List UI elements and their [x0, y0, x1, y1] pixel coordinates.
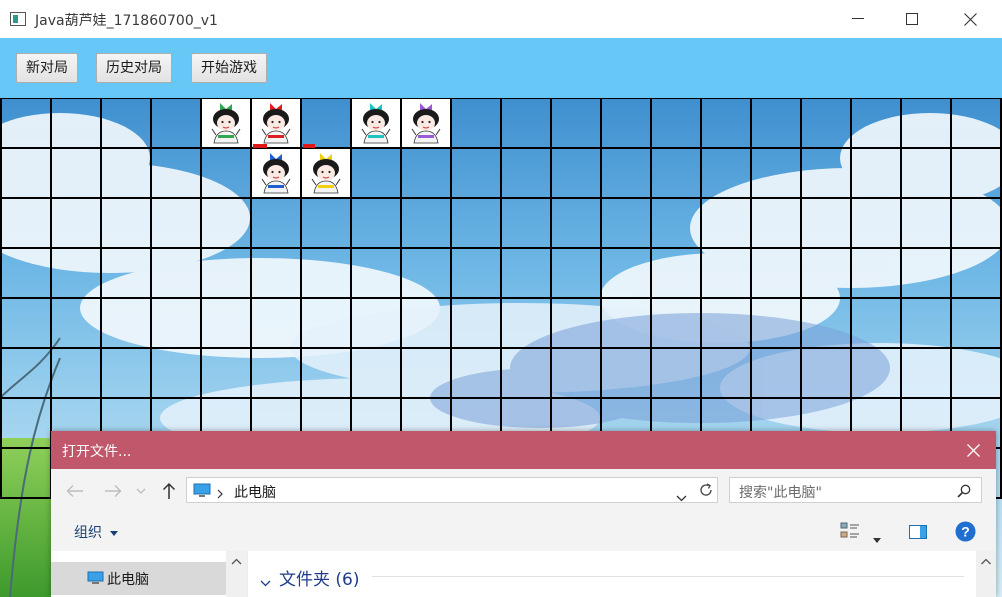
search-placeholder: 搜索"此电脑": [739, 485, 822, 501]
dialog-close-button[interactable]: [950, 431, 996, 469]
scroll-up-arrow-icon[interactable]: [226, 555, 247, 569]
dialog-navigation-bar: 此电脑 搜索"此电脑": [51, 469, 996, 513]
organize-dropdown-icon: [110, 530, 119, 536]
dialog-titlebar: 打开文件...: [51, 431, 996, 469]
minimize-button[interactable]: [830, 0, 886, 38]
svg-text:?: ?: [961, 524, 970, 540]
group-collapse-chevron-icon[interactable]: [260, 572, 271, 591]
address-text: 此电脑: [234, 485, 276, 501]
dialog-content-area: 此电脑 文件夹 (6): [51, 551, 996, 597]
scroll-up-arrow-icon[interactable]: [976, 555, 996, 569]
address-bar[interactable]: 此电脑: [186, 477, 716, 503]
back-arrow-icon[interactable]: [65, 482, 85, 500]
address-dropdown-chevron-icon[interactable]: [676, 487, 687, 506]
calabash-brother-piece[interactable]: [402, 99, 450, 147]
organize-menu-button[interactable]: 组织: [74, 522, 119, 542]
organize-label: 组织: [74, 525, 102, 541]
calabash-brother-piece[interactable]: [352, 99, 400, 147]
change-view-icon[interactable]: [840, 522, 860, 544]
forward-arrow-icon[interactable]: [103, 482, 123, 500]
calabash-brother-piece[interactable]: [202, 99, 250, 147]
game-toolbar: 新对局 历史对局 开始游戏: [0, 38, 1002, 98]
folders-group-header[interactable]: 文件夹 (6): [279, 565, 359, 590]
piece-marker: [253, 144, 267, 148]
search-icon[interactable]: [957, 483, 971, 502]
pane-divider[interactable]: [247, 551, 248, 597]
new-game-button[interactable]: 新对局: [16, 53, 78, 83]
refresh-button[interactable]: [694, 477, 718, 503]
cell-marker: [303, 144, 315, 148]
start-game-button[interactable]: 开始游戏: [191, 53, 267, 83]
navigation-pane: 此电脑: [51, 551, 247, 597]
calabash-brother-piece[interactable]: [302, 149, 350, 197]
group-divider-line: [372, 576, 964, 577]
dialog-title: 打开文件...: [62, 444, 132, 460]
close-button[interactable]: [942, 0, 998, 38]
computer-icon: [87, 570, 104, 589]
close-icon: [966, 443, 980, 457]
nav-item-label: 此电脑: [107, 572, 149, 588]
app-window-icon: [10, 11, 26, 26]
help-icon[interactable]: ?: [955, 521, 976, 546]
view-options-dropdown-icon[interactable]: [873, 528, 881, 547]
recent-locations-chevron-icon[interactable]: [135, 482, 147, 500]
calabash-brother-piece[interactable]: [252, 149, 300, 197]
maximize-button[interactable]: [884, 0, 940, 38]
breadcrumb-separator-icon[interactable]: [217, 484, 223, 503]
navigation-scrollbar[interactable]: [226, 551, 247, 597]
history-games-button[interactable]: 历史对局: [96, 53, 172, 83]
app-titlebar: Java葫芦娃_171860700_v1: [0, 0, 1002, 38]
content-scrollbar[interactable]: [976, 551, 996, 597]
preview-pane-icon[interactable]: [909, 524, 927, 543]
calabash-brother-piece[interactable]: [252, 99, 300, 148]
up-arrow-icon[interactable]: [159, 482, 179, 500]
search-input[interactable]: 搜索"此电脑": [729, 477, 982, 503]
computer-icon: [193, 483, 211, 502]
open-file-dialog: 打开文件... 此电脑 搜索"此电脑" 组织 ? 此电脑 文件夹 (6): [51, 431, 996, 597]
app-title: Java葫芦娃_171860700_v1: [35, 13, 218, 29]
dialog-command-bar: 组织 ?: [51, 513, 996, 551]
refresh-icon: [699, 483, 712, 496]
